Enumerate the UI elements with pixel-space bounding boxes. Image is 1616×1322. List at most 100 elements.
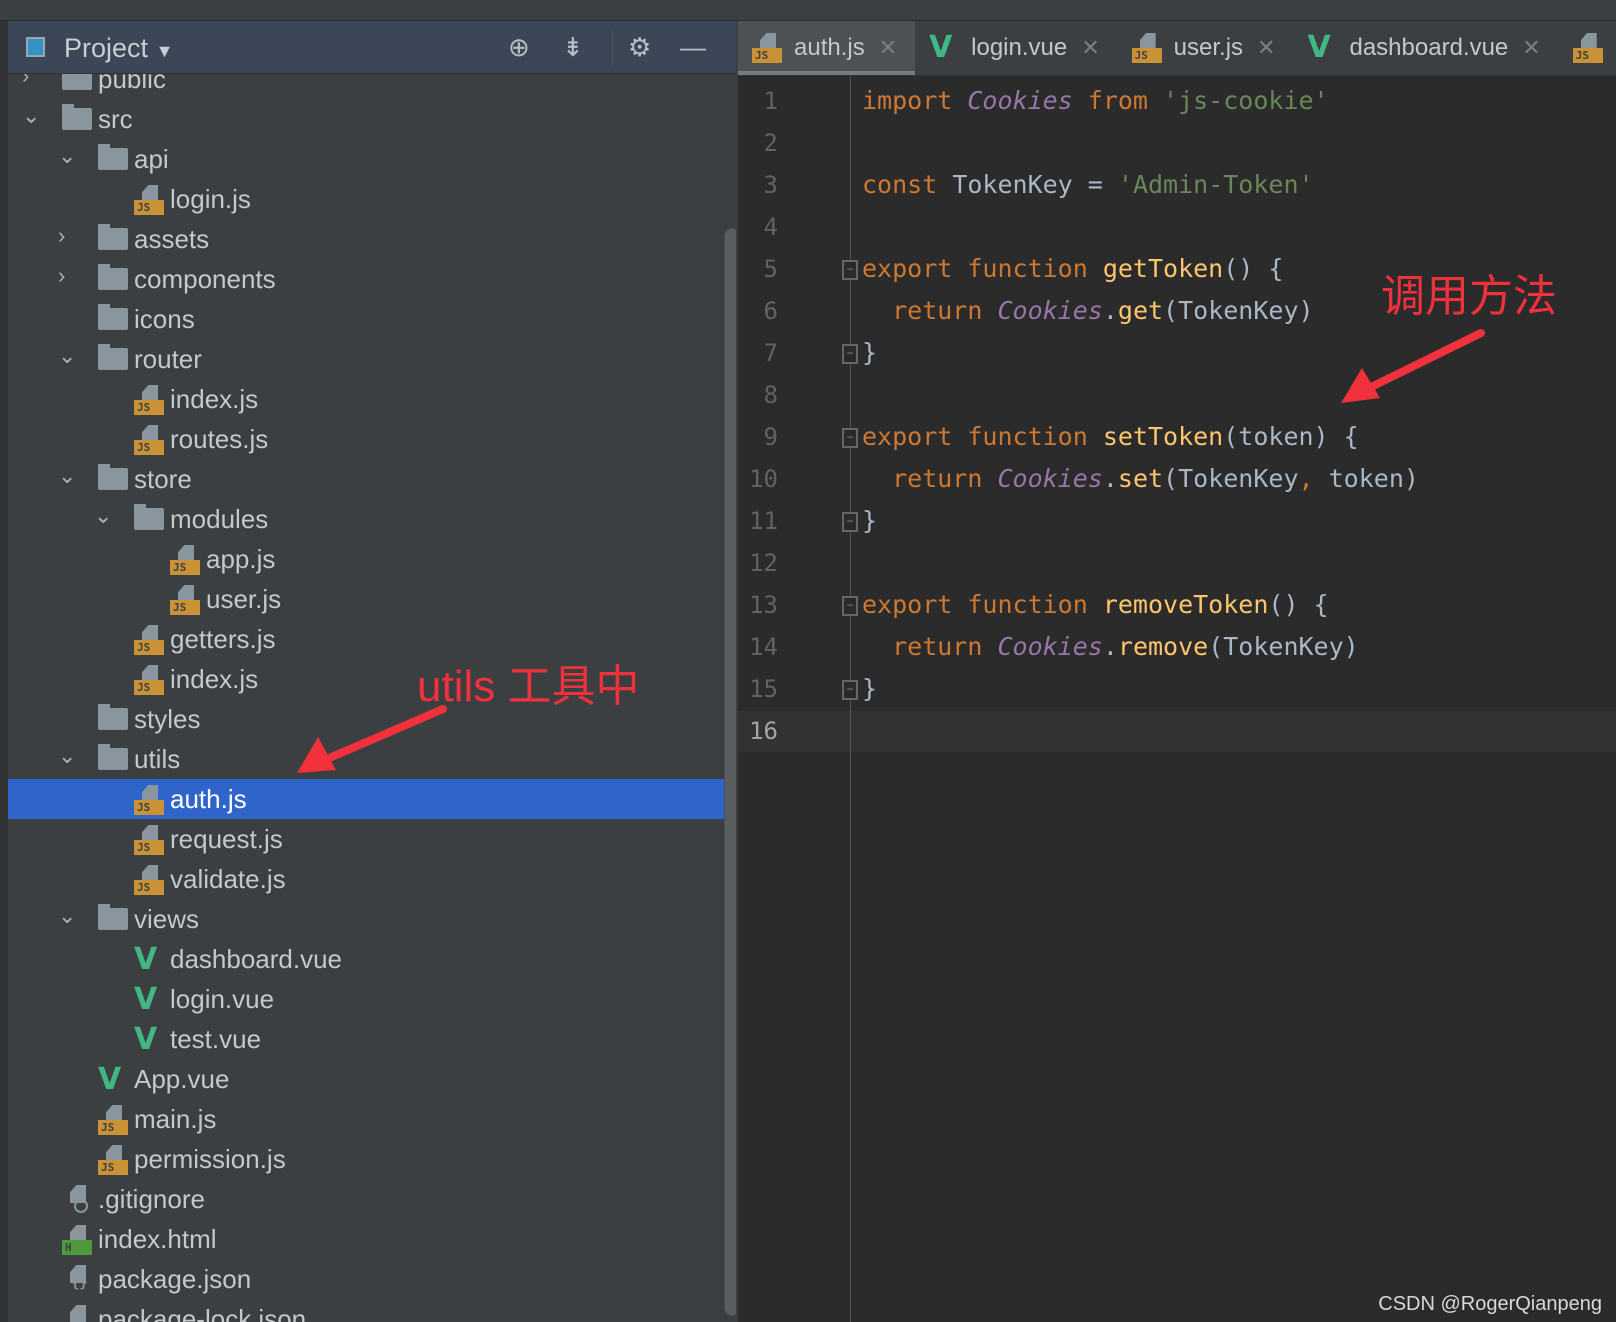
- line-number: 9: [763, 423, 778, 451]
- tab-user-js[interactable]: JS user.js ✕: [1118, 21, 1294, 75]
- tree-item-label: api: [134, 144, 169, 174]
- tree-item-label: user.js: [206, 584, 282, 614]
- line-number: 3: [763, 171, 778, 199]
- dropdown-icon: ▼: [155, 41, 174, 61]
- tree-scrollbar[interactable]: [724, 228, 736, 1316]
- chevron-down-icon[interactable]: ⌄: [58, 463, 76, 489]
- code-line[interactable]: return Cookies.set(TokenKey, token): [862, 464, 1419, 493]
- tree-item-json[interactable]: {} package-lock.json: [8, 1299, 736, 1322]
- annotation-utils: utils 工具中: [417, 662, 640, 711]
- tree-item-folder[interactable]: icons: [8, 299, 736, 339]
- tree-item-json[interactable]: {} package.json: [8, 1259, 736, 1299]
- tree-item-label: modules: [170, 504, 269, 534]
- close-icon[interactable]: ✕: [1257, 35, 1275, 60]
- code-line[interactable]: export function getToken() {: [862, 254, 1283, 283]
- close-icon[interactable]: ✕: [1081, 35, 1099, 60]
- tree-item-label: auth.js: [170, 784, 247, 814]
- tree-item-label: validate.js: [170, 864, 286, 894]
- collapse-all-icon[interactable]: ⇟: [562, 33, 584, 61]
- annotation-call-method: 调用方法: [1381, 272, 1557, 321]
- tab-label: login.vue: [971, 34, 1068, 61]
- code-line[interactable]: const TokenKey = 'Admin-Token': [862, 170, 1314, 199]
- chevron-down-icon[interactable]: ⌄: [58, 143, 76, 169]
- minimize-icon[interactable]: —: [680, 33, 706, 61]
- tree-item-js[interactable]: JS main.js: [8, 1099, 736, 1139]
- tree-item-js[interactable]: JS app.js: [8, 539, 736, 579]
- line-number: 5: [763, 255, 778, 283]
- code-token: .: [1102, 464, 1118, 493]
- code-line[interactable]: }: [862, 338, 877, 367]
- tree-item-label: routes.js: [170, 424, 269, 454]
- close-icon[interactable]: ✕: [879, 35, 897, 60]
- tree-item-folder[interactable]: ⌄ router: [8, 339, 736, 379]
- watermark: CSDN @RogerQianpeng: [1378, 1293, 1602, 1315]
- tree-item-js[interactable]: JS validate.js: [8, 859, 736, 899]
- fold-marker-icon[interactable]: −: [842, 260, 858, 280]
- tree-item-vue[interactable]: Vlogin.vue: [8, 979, 736, 1019]
- tab-login-vue[interactable]: Vlogin.vue ✕: [915, 21, 1118, 75]
- code-token: Cookies: [997, 464, 1103, 493]
- tree-item-folder[interactable]: ⌄ src: [8, 99, 736, 139]
- chevron-down-icon[interactable]: ⌄: [58, 743, 76, 769]
- code-line[interactable]: }: [862, 674, 877, 703]
- chevron-down-icon[interactable]: ⌄: [94, 503, 112, 529]
- tree-item-js[interactable]: JS permission.js: [8, 1139, 736, 1179]
- line-number: 1: [763, 87, 778, 115]
- locate-icon[interactable]: ⊕: [508, 33, 530, 61]
- tree-item-folder[interactable]: ⌄ views: [8, 899, 736, 939]
- tree-item-folder[interactable]: › public: [8, 74, 736, 99]
- code-line[interactable]: return Cookies.remove(TokenKey): [862, 632, 1359, 661]
- fold-marker-icon[interactable]: −: [842, 596, 858, 616]
- tree-item-folder[interactable]: ⌄ api: [8, 139, 736, 179]
- tree-item-js[interactable]: JS request.js: [8, 819, 736, 859]
- js-file-icon: JS: [134, 185, 164, 215]
- chevron-down-icon[interactable]: ⌄: [58, 903, 76, 929]
- tree-item-vue[interactable]: Vdashboard.vue: [8, 939, 736, 979]
- code-token: set: [1117, 464, 1164, 493]
- chevron-right-icon[interactable]: ›: [58, 263, 65, 289]
- chevron-right-icon[interactable]: ›: [58, 223, 65, 249]
- code-line[interactable]: import Cookies from 'js-cookie': [862, 86, 1329, 115]
- html-file-icon: H: [62, 1225, 92, 1255]
- code-line[interactable]: export function setToken(token) {: [862, 422, 1359, 451]
- tab-dashboard-vue[interactable]: Vdashboard.vue ✕: [1293, 21, 1558, 75]
- vue-file-icon: V: [929, 30, 953, 65]
- tree-item-html[interactable]: Hindex.html: [8, 1219, 736, 1259]
- chevron-down-icon[interactable]: ⌄: [58, 343, 76, 369]
- code-line[interactable]: }: [862, 506, 877, 535]
- tab-label: auth.js: [794, 34, 865, 61]
- tree-item-js[interactable]: JS index.js: [8, 379, 736, 419]
- tree-item-gitignore[interactable]: .gitignore: [8, 1179, 736, 1219]
- gear-icon[interactable]: ⚙: [628, 33, 651, 61]
- tree-item-folder[interactable]: › assets: [8, 219, 736, 259]
- chevron-right-icon[interactable]: ›: [22, 74, 29, 89]
- fold-marker-icon[interactable]: −: [842, 344, 858, 364]
- tree-item-folder[interactable]: ⌄ modules: [8, 499, 736, 539]
- tree-item-folder[interactable]: › components: [8, 259, 736, 299]
- tree-item-folder[interactable]: ⌄ store: [8, 459, 736, 499]
- code-token: (TokenKey): [1163, 296, 1314, 325]
- project-view-selector[interactable]: Project ▼: [64, 33, 173, 64]
- tree-item-label: styles: [134, 704, 201, 734]
- fold-marker-icon[interactable]: −: [842, 680, 858, 700]
- chevron-down-icon[interactable]: ⌄: [22, 103, 40, 129]
- tree-item-js[interactable]: JS user.js: [8, 579, 736, 619]
- code-line[interactable]: export function removeToken() {: [862, 590, 1329, 619]
- fold-marker-icon[interactable]: −: [842, 512, 858, 532]
- tree-item-label: components: [134, 264, 276, 294]
- code-editor[interactable]: JS auth.js ✕ Vlogin.vue ✕ JS user.js ✕ Vdashboar…: [738, 21, 1616, 1322]
- tree-item-js[interactable]: JS login.js: [8, 179, 736, 219]
- tab-auth-js[interactable]: JS auth.js ✕: [738, 21, 916, 75]
- vue-file-icon: V: [98, 1062, 122, 1097]
- code-token: Cookies: [997, 296, 1103, 325]
- tree-item-vue[interactable]: V App.vue: [8, 1059, 736, 1099]
- code-line[interactable]: return Cookies.get(TokenKey): [862, 296, 1314, 325]
- tree-item-vue[interactable]: Vtest.vue: [8, 1019, 736, 1059]
- tab-requ[interactable]: JSrequ: [1559, 21, 1616, 75]
- close-icon[interactable]: ✕: [1522, 35, 1540, 60]
- tree-item-js[interactable]: JS routes.js: [8, 419, 736, 459]
- tree-item-folder[interactable]: ⌄ utils: [8, 739, 736, 779]
- tree-item-js[interactable]: JS auth.js: [8, 779, 736, 819]
- folder-icon: [62, 74, 92, 90]
- fold-marker-icon[interactable]: −: [842, 428, 858, 448]
